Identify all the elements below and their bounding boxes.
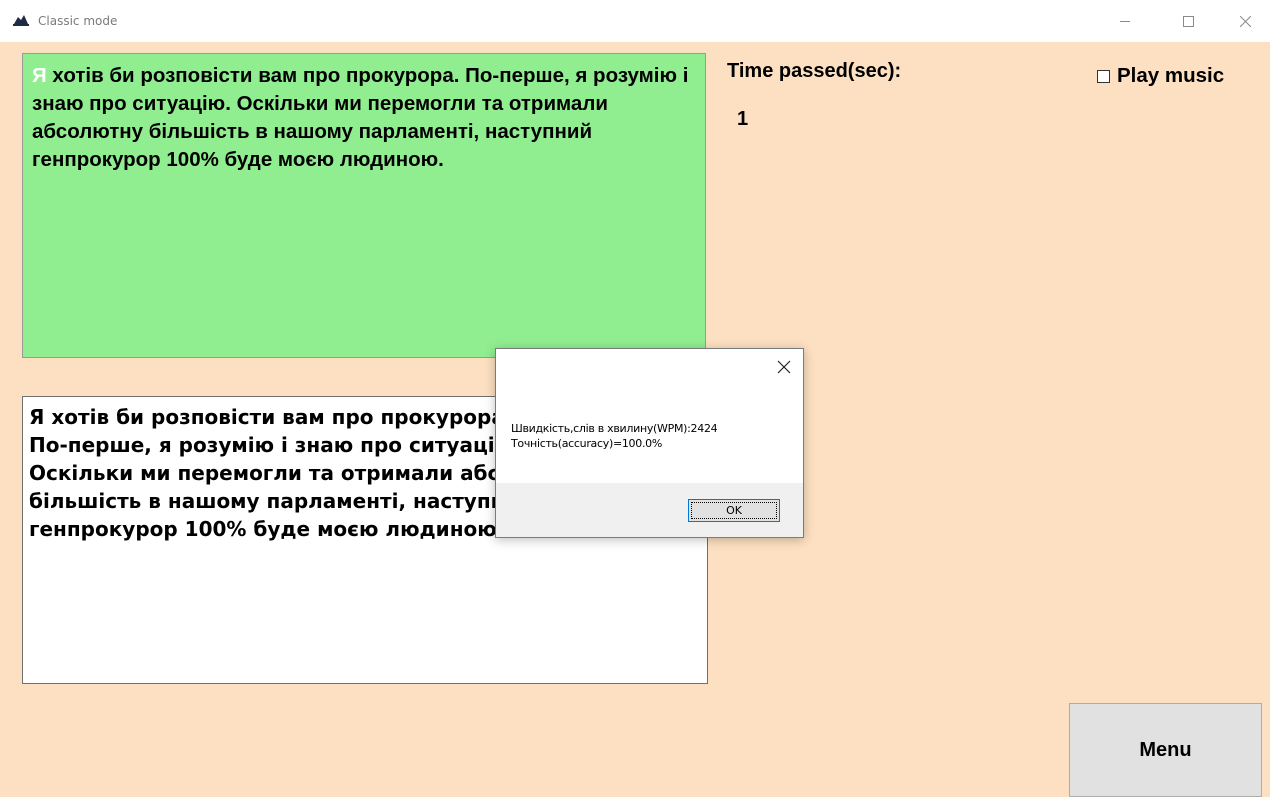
target-text-remaining: хотів би розповісти вам про прокурора. П…	[32, 64, 689, 171]
ok-button-label: OK	[726, 504, 742, 517]
maximize-icon	[1182, 15, 1194, 27]
play-music-label: Play music	[1117, 64, 1225, 87]
target-text-completed: Я	[32, 64, 47, 87]
minimize-button[interactable]	[1102, 0, 1148, 42]
results-dialog: Швидкість,слів в хвилину(WPM):2424 Точні…	[495, 348, 804, 538]
dialog-footer: OK	[496, 483, 803, 537]
app-icon	[13, 15, 29, 26]
ok-button[interactable]: OK	[688, 499, 780, 522]
wpm-result: Швидкість,слів в хвилину(WPM):2424	[511, 422, 718, 435]
window-title: Classic mode	[38, 14, 118, 28]
dialog-close-icon[interactable]	[777, 360, 791, 374]
time-passed-value: 1	[737, 108, 749, 130]
target-text-panel: Я хотів би розповісти вам про прокурора.…	[22, 53, 706, 358]
accuracy-result: Точність(accuracy)=100.0%	[511, 437, 663, 450]
checkbox-icon	[1097, 69, 1110, 83]
time-passed-label: Time passed(sec):	[727, 60, 902, 82]
close-icon	[1239, 15, 1251, 27]
dialog-message: Швидкість,слів в хвилину(WPM):2424 Точні…	[511, 421, 718, 451]
maximize-button[interactable]	[1165, 0, 1211, 42]
menu-button[interactable]: Menu	[1069, 703, 1262, 797]
title-bar: Classic mode	[0, 0, 1270, 42]
close-button[interactable]	[1222, 0, 1268, 42]
play-music-checkbox[interactable]: Play music	[1097, 64, 1224, 88]
minimize-icon	[1120, 21, 1130, 22]
